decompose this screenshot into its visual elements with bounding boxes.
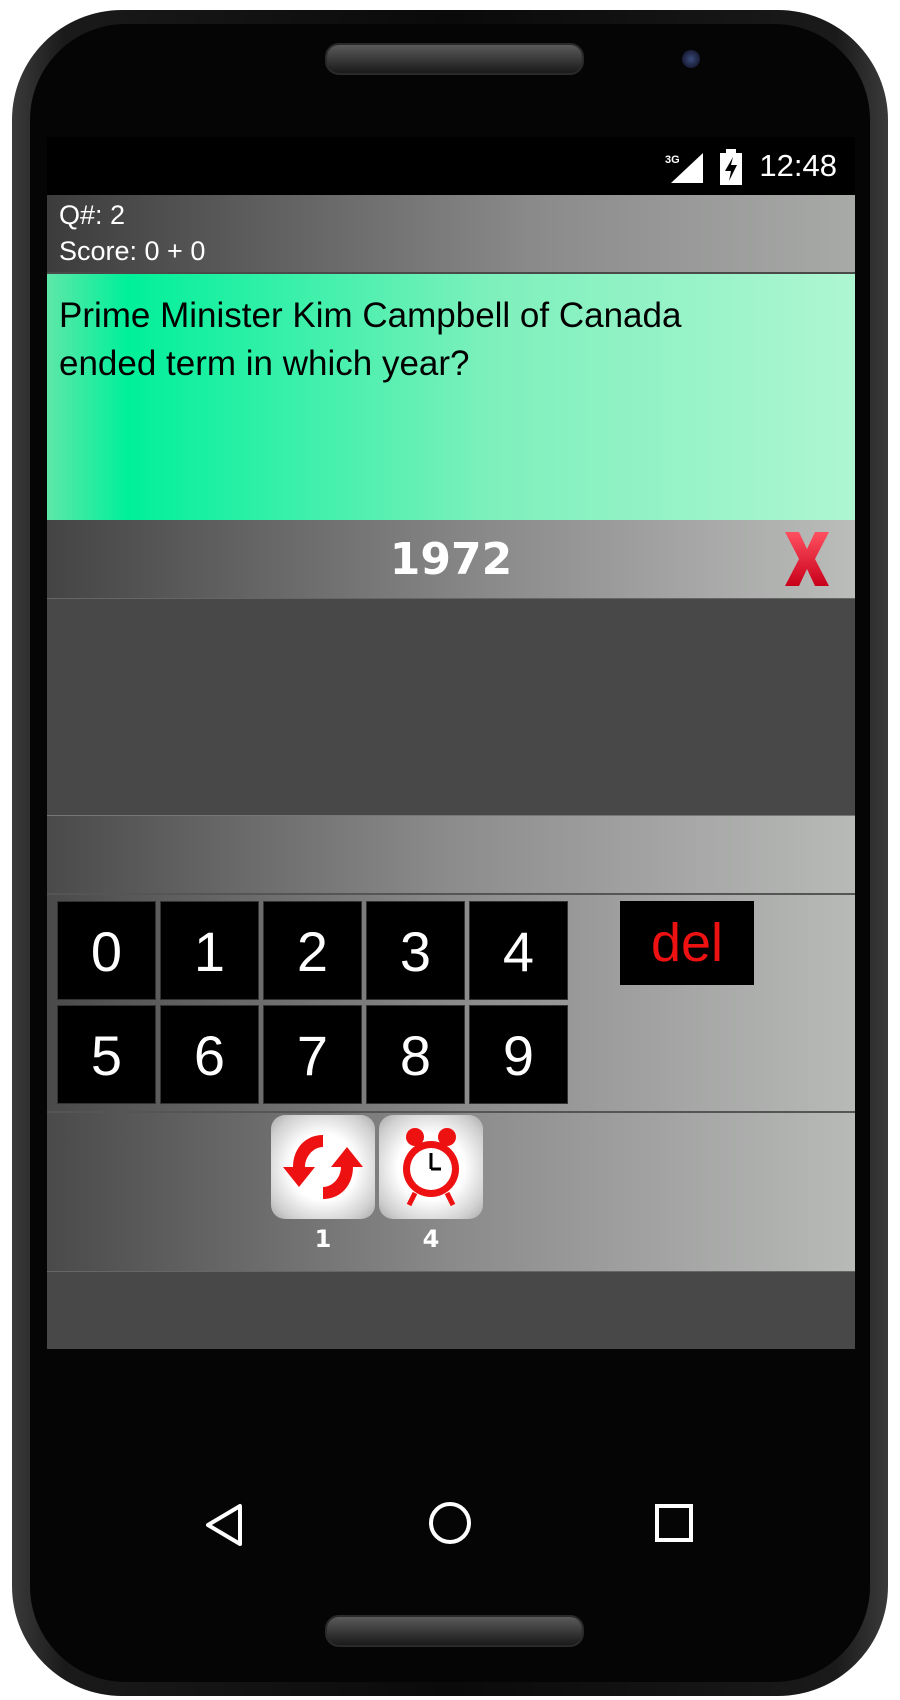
key-7[interactable]: 7 — [263, 1005, 362, 1104]
key-2[interactable]: 2 — [263, 901, 362, 1000]
info-bar — [47, 815, 855, 894]
time-count: 4 — [422, 1225, 440, 1253]
question-panel: Prime Minister Kim Campbell of Canada en… — [47, 272, 855, 522]
alarm-clock-icon — [403, 1128, 459, 1207]
key-9[interactable]: 9 — [469, 1005, 568, 1104]
battery-charging-icon — [720, 149, 742, 185]
feedback-area — [47, 598, 855, 816]
home-circle-icon[interactable] — [427, 1500, 473, 1546]
delete-button[interactable]: del — [620, 901, 754, 985]
skip-count: 1 — [314, 1225, 332, 1253]
answer-value: 1972 — [389, 534, 513, 585]
red-x-icon[interactable] — [783, 532, 831, 586]
number-keypad: 0 1 2 3 4 del 5 6 7 8 9 — [47, 893, 855, 1113]
status-bar: 3G 12:48 — [47, 137, 855, 195]
question-text: Prime Minister Kim Campbell of Canada en… — [59, 296, 682, 383]
extra-time-button[interactable] — [379, 1115, 483, 1219]
clock-time: 12:48 — [759, 148, 837, 183]
signal-3g-icon: 3G — [665, 153, 703, 183]
key-8[interactable]: 8 — [366, 1005, 465, 1104]
key-5[interactable]: 5 — [57, 1005, 156, 1104]
back-triangle-icon[interactable] — [200, 1500, 250, 1550]
key-1[interactable]: 1 — [160, 901, 259, 1000]
key-6[interactable]: 6 — [160, 1005, 259, 1104]
recents-square-icon[interactable] — [653, 1502, 695, 1544]
svg-text:3G: 3G — [665, 154, 680, 166]
score-display: Score: 0 + 0 — [59, 236, 206, 266]
powerup-bar: 1 4 — [47, 1111, 855, 1273]
front-camera — [682, 50, 700, 68]
refresh-arrows-icon — [283, 1135, 363, 1199]
answer-display: 1972 — [47, 520, 855, 598]
key-3[interactable]: 3 — [366, 901, 465, 1000]
skip-question-button[interactable] — [271, 1115, 375, 1219]
bottom-bar — [47, 1271, 855, 1349]
bottom-speaker — [325, 1615, 584, 1647]
earpiece-speaker — [325, 43, 584, 75]
key-4[interactable]: 4 — [469, 901, 568, 1000]
app-screen: 3G 12:48 Q#: 2 Score: 0 + 0 Prime Minist… — [47, 137, 855, 1349]
question-number: Q#: 2 — [59, 200, 126, 230]
quiz-header: Q#: 2 Score: 0 + 0 — [47, 195, 855, 272]
key-0[interactable]: 0 — [57, 901, 156, 1000]
